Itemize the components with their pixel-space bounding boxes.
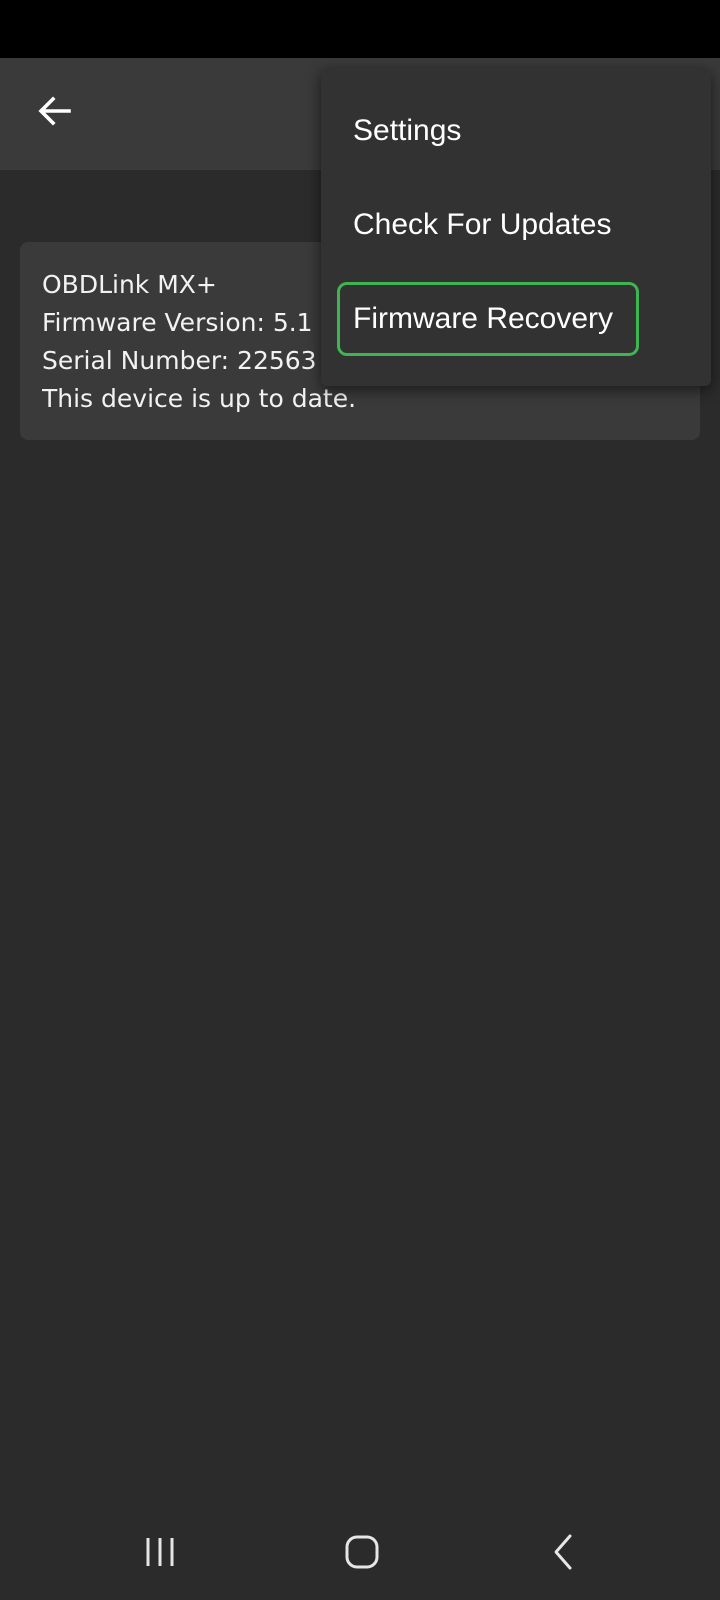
system-nav-bar: [0, 1500, 720, 1600]
status-bar: [0, 0, 720, 58]
home-button[interactable]: [332, 1522, 392, 1582]
nav-back-button[interactable]: [534, 1522, 594, 1582]
overflow-menu: Settings Check For Updates Firmware Reco…: [321, 68, 711, 386]
menu-item-check-for-updates[interactable]: Check For Updates: [337, 188, 639, 262]
menu-item-settings[interactable]: Settings: [337, 94, 639, 168]
menu-item-firmware-recovery[interactable]: Firmware Recovery: [337, 282, 639, 356]
arrow-left-icon: [38, 96, 71, 126]
recents-icon: [146, 1538, 174, 1566]
recents-button[interactable]: [130, 1522, 190, 1582]
chevron-left-icon: [554, 1534, 572, 1570]
back-button[interactable]: [26, 82, 84, 140]
home-icon: [345, 1535, 379, 1569]
